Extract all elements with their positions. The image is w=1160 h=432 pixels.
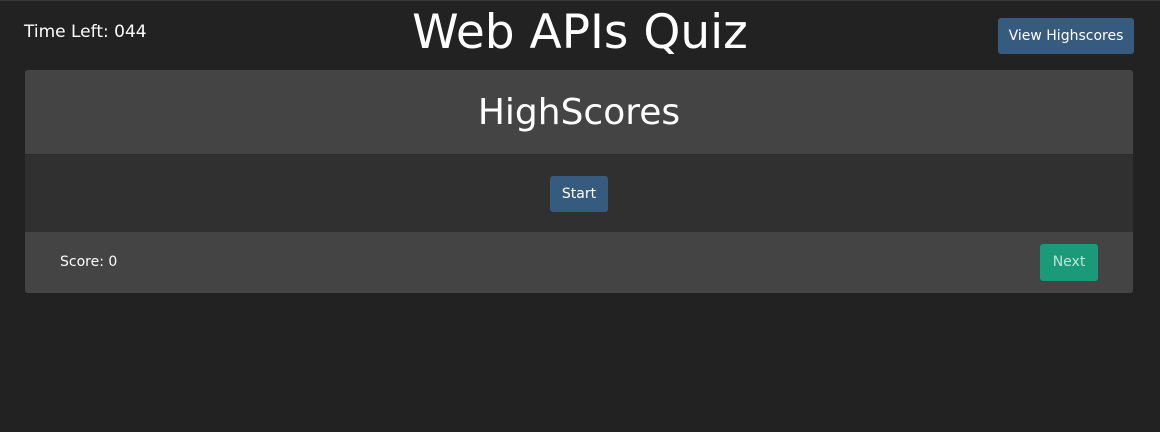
- next-button[interactable]: Next: [1040, 244, 1098, 281]
- start-button[interactable]: Start: [550, 175, 608, 212]
- view-highscores-button[interactable]: View Highscores: [998, 18, 1134, 54]
- card-heading: HighScores: [477, 91, 681, 133]
- time-left-display: Time Left: 044: [24, 22, 147, 42]
- card-header: HighScores: [25, 70, 1133, 155]
- quiz-page: Time Left: 044 Web APIs Quiz View Highsc…: [0, 0, 1160, 432]
- quiz-card: HighScores Start Score: 0 Next: [25, 70, 1133, 293]
- card-body: Start: [25, 155, 1133, 232]
- score-display: Score: 0: [60, 254, 118, 270]
- page-title: Web APIs Quiz: [412, 5, 748, 60]
- card-footer: Score: 0 Next: [25, 232, 1133, 293]
